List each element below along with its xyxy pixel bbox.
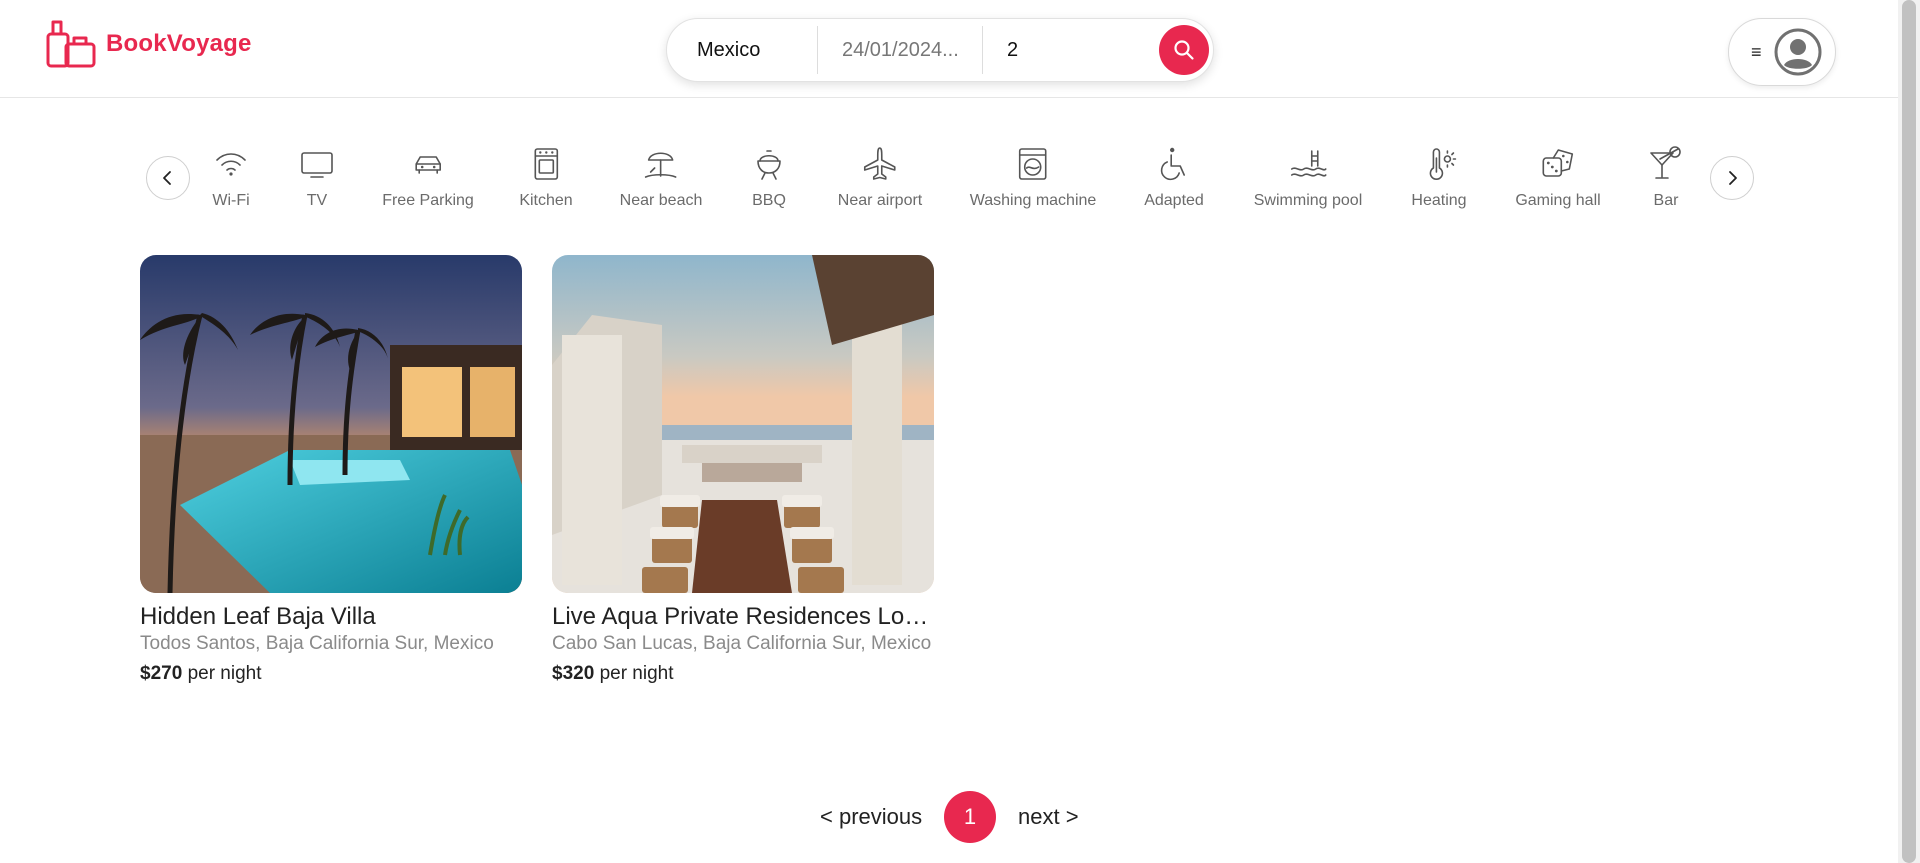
current-page-button[interactable]: 1 [944,791,996,843]
destination-field[interactable]: Mexico [667,19,817,81]
filter-label: Swimming pool [1253,192,1363,209]
beach-umbrella-icon [645,152,677,178]
filter-heating[interactable]: Heating [1411,144,1467,210]
previous-page-link[interactable]: < previous [820,804,922,830]
listing-card[interactable]: Hidden Leaf Baja Villa Todos Santos, Baj… [140,255,522,685]
filter-label: BBQ [752,192,786,209]
filter-prev-button[interactable] [146,156,190,200]
search-icon [1174,40,1194,60]
filter-bbq[interactable]: BBQ [749,144,789,210]
guests-field[interactable]: 2 [982,26,1112,74]
search-button[interactable] [1159,25,1209,75]
filter-label: Washing machine [969,192,1097,209]
date-field[interactable]: 24/01/2024... [817,26,982,74]
filter-next-button[interactable] [1710,156,1754,200]
pagination: < previous 1 next > [0,791,1898,843]
filter-free-parking[interactable]: Free Parking [382,144,474,210]
listing-location: Todos Santos, Baja California Sur, Mexic… [140,633,494,654]
filter-tv[interactable]: TV [297,144,337,210]
listing-card[interactable]: Live Aqua Private Residences Los... Cabo… [552,255,934,685]
listing-price: $320 per night [552,663,934,685]
listing-photo[interactable] [552,255,934,593]
filter-label: Gaming hall [1515,192,1601,209]
filter-adapted[interactable]: Adapted [1144,144,1204,210]
wheelchair-icon [1160,147,1185,181]
brand-logo[interactable]: BookVoyage [44,18,252,70]
chevron-right-icon [1729,171,1737,185]
scrollbar-thumb[interactable] [1902,0,1916,863]
cocktail-icon [1650,146,1681,179]
listing-photo[interactable] [140,255,522,593]
airplane-icon [864,147,896,180]
page-scrollbar[interactable] [1898,0,1920,863]
listing-title: Hidden Leaf Baja Villa [140,603,376,630]
chevron-left-icon [163,171,171,185]
filter-swimming-pool[interactable]: Swimming pool [1254,144,1362,210]
wifi-icon [216,153,246,176]
next-page-link[interactable]: next > [1018,804,1079,830]
grill-icon [757,150,781,180]
brand-name: BookVoyage [106,30,252,57]
filter-label: Near beach [619,192,703,209]
oven-icon [534,148,558,180]
price-suffix: per night [187,663,262,684]
hamburger-icon: ≡ [1751,41,1762,62]
user-menu-button[interactable]: ≡ [1728,18,1836,86]
filter-label: Kitchen [519,192,573,209]
price-amount: $270 [140,663,183,684]
top-header: BookVoyage Mexico 24/01/2024... 2 ≡ [0,0,1898,98]
car-icon [415,156,441,174]
filter-near-beach[interactable]: Near beach [619,144,703,210]
tv-icon [301,152,333,178]
filter-wifi[interactable]: Wi-Fi [211,144,251,210]
filter-kitchen[interactable]: Kitchen [519,144,573,210]
search-bar: Mexico 24/01/2024... 2 [666,18,1214,82]
washing-machine-icon [1019,148,1047,180]
filter-gaming-hall[interactable]: Gaming hall [1515,144,1601,210]
thermometer-icon [1429,148,1456,180]
filter-label: Free Parking [382,192,474,209]
listing-title: Live Aqua Private Residences Los... [552,603,934,630]
avatar-icon [1774,28,1822,76]
luggage-icon [46,20,96,68]
dice-icon [1542,149,1573,177]
filter-label: Bar [1653,192,1679,209]
listing-price: $270 per night [140,663,522,685]
filter-bar[interactable]: Bar [1646,144,1686,210]
filter-near-airport[interactable]: Near airport [838,144,922,210]
filter-label: Near airport [837,192,923,209]
filter-label: Adapted [1144,192,1204,209]
amenity-filter-bar: Wi-Fi TV Free Parking Kitchen Near beach… [146,140,1754,220]
listing-location: Cabo San Lucas, Baja California Sur, Mex… [552,633,932,654]
price-amount: $320 [552,663,595,684]
filter-label: Heating [1411,192,1467,209]
filter-label: TV [306,192,328,209]
price-suffix: per night [599,663,674,684]
filter-washing-machine[interactable]: Washing machine [969,144,1097,210]
filter-label: Wi-Fi [212,192,250,209]
pool-icon [1291,150,1327,177]
